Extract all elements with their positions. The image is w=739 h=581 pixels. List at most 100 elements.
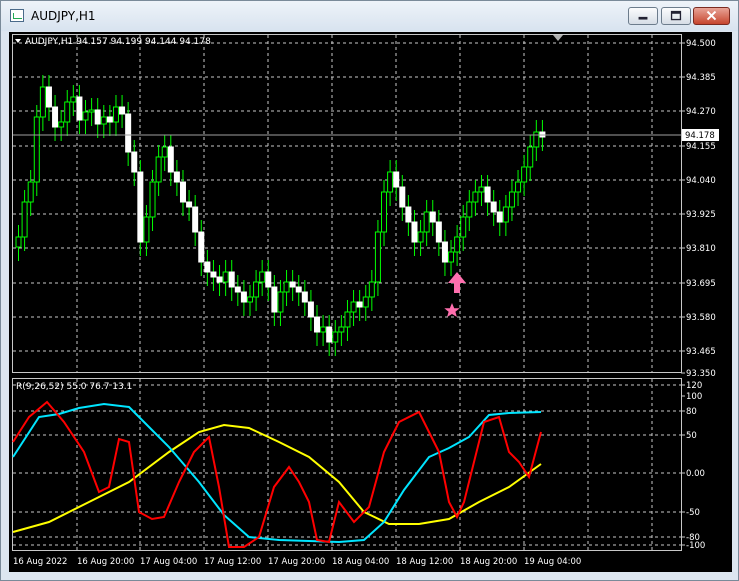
candle-body <box>167 146 174 173</box>
chart-area[interactable]: AUDJPY,H1 94.157 94.199 94.144 94.178 R(… <box>9 32 732 572</box>
time-label-3: 17 Aug 12:00 <box>204 557 261 567</box>
candle-body <box>155 156 162 183</box>
candle-body <box>326 326 333 343</box>
candle-body <box>423 211 430 233</box>
candle-body <box>112 106 119 123</box>
candle-body <box>27 181 34 203</box>
ind-label-3: 50 <box>686 431 697 441</box>
candle-body <box>368 281 375 298</box>
candle-body <box>533 131 540 148</box>
ind-label-4: 0.00 <box>686 469 705 479</box>
candle-body <box>387 171 394 193</box>
candle-body <box>198 231 205 263</box>
candlesticks <box>15 75 546 356</box>
indicator-header: R(9,26,52) 55.0 76.7 13.1 <box>16 382 132 392</box>
candle-body <box>179 181 186 203</box>
candle-body <box>240 291 247 303</box>
candle-body <box>478 186 485 193</box>
candle-body <box>502 206 509 223</box>
candle-body <box>21 201 28 238</box>
candle-body <box>271 286 278 313</box>
minimize-button[interactable] <box>628 7 658 25</box>
candle-body <box>88 109 95 113</box>
time-label-7: 18 Aug 20:00 <box>460 557 517 567</box>
chart-window: AUDJPY,H1 AUDJPY,H1 94.157 94.199 94.144… <box>0 0 739 581</box>
candle-body <box>374 231 381 283</box>
candle-body <box>350 301 357 313</box>
candle-body <box>441 241 448 263</box>
candle-body <box>417 231 424 243</box>
price-label-6: 93.810 <box>686 244 716 254</box>
candle-body <box>295 286 302 293</box>
price-label-9: 93.465 <box>686 347 716 357</box>
candle-body <box>106 116 113 123</box>
candle-body <box>64 101 71 123</box>
current-price-label: 94.178 <box>685 131 715 141</box>
minimize-icon <box>638 16 648 20</box>
window-title: AUDJPY,H1 <box>31 9 96 23</box>
price-label-0: 94.500 <box>686 39 716 49</box>
maximize-button[interactable] <box>661 7 691 25</box>
candle-body <box>508 191 515 208</box>
candle-body <box>234 286 241 293</box>
candle-body <box>484 186 491 203</box>
candle-body <box>228 271 235 288</box>
candle-body <box>173 171 180 183</box>
candle-body <box>131 151 138 173</box>
candle-body <box>490 201 497 213</box>
candle-body <box>399 186 406 208</box>
candle-body <box>393 171 400 188</box>
candle-body <box>15 236 22 248</box>
time-label-0: 16 Aug 2022 <box>13 557 67 567</box>
candle-body <box>216 276 223 283</box>
candle-body <box>362 296 369 308</box>
candle-body <box>405 206 412 223</box>
ind-label-5: -50 <box>686 508 700 518</box>
candle-body <box>429 211 436 223</box>
price-label-5: 93.925 <box>686 210 716 220</box>
candle-body <box>265 271 272 288</box>
candle-body <box>149 181 156 218</box>
indicator-line-fast <box>12 400 542 548</box>
candle-body <box>527 146 534 168</box>
candle-body <box>277 291 284 313</box>
candle-body <box>338 326 345 333</box>
candle-body <box>283 281 290 293</box>
close-icon <box>706 10 717 21</box>
time-label-2: 17 Aug 04:00 <box>140 557 197 567</box>
candle-body <box>143 216 150 243</box>
time-label-4: 17 Aug 20:00 <box>268 557 325 567</box>
candle-body <box>222 271 229 283</box>
chart-window-icon <box>10 9 24 22</box>
maximize-icon <box>670 10 682 21</box>
candle-body <box>466 201 473 218</box>
candle-body <box>192 206 199 233</box>
time-label-5: 18 Aug 04:00 <box>332 557 389 567</box>
price-chart[interactable]: AUDJPY,H1 94.157 94.199 94.144 94.178 R(… <box>9 32 732 572</box>
candle-body <box>246 296 253 303</box>
candle-body <box>332 331 339 343</box>
candle-body <box>259 271 266 283</box>
close-button[interactable] <box>693 7 730 25</box>
ind-label-1: 100 <box>686 392 702 402</box>
candle-body <box>45 86 52 108</box>
candle-body <box>344 311 351 328</box>
star-marker <box>444 303 460 317</box>
title-bar[interactable]: AUDJPY,H1 <box>1 1 738 31</box>
shift-marker-icon[interactable] <box>553 35 563 41</box>
candle-body <box>460 216 467 238</box>
candle-body <box>137 171 144 243</box>
chart-header: AUDJPY,H1 94.157 94.199 94.144 94.178 <box>25 37 211 47</box>
candle-body <box>472 191 479 203</box>
candle-body <box>320 326 327 333</box>
candle-body <box>94 109 101 125</box>
ind-label-2: 80 <box>686 407 697 417</box>
ind-label-7: -100 <box>686 541 705 551</box>
candle-body <box>119 106 126 115</box>
price-label-4: 94.040 <box>686 176 716 186</box>
candle-body <box>301 291 308 303</box>
candle-body <box>289 281 296 288</box>
candle-body <box>39 86 46 118</box>
dropdown-triangle-icon[interactable] <box>15 39 21 43</box>
candle-body <box>33 116 40 183</box>
